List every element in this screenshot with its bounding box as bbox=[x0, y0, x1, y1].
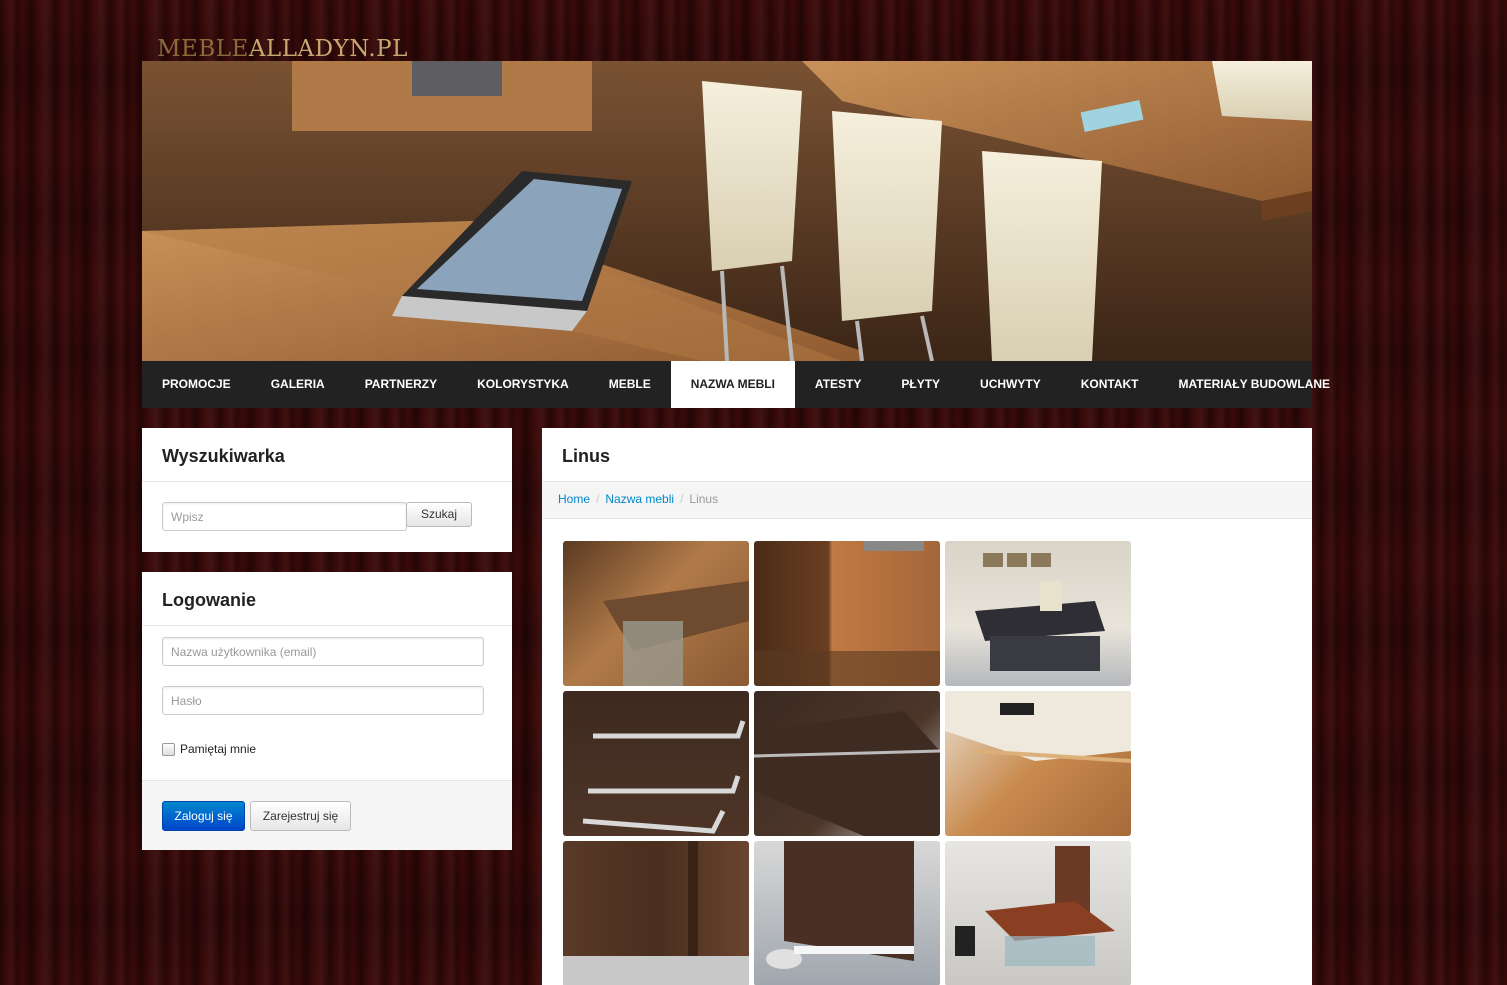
logo-part-a: MEBLE bbox=[157, 36, 249, 62]
username-input[interactable] bbox=[162, 637, 484, 666]
page-title: Linus bbox=[542, 428, 1312, 482]
breadcrumb-nazwa-mebli[interactable]: Nazwa mebli bbox=[605, 492, 674, 506]
login-actions: Zaloguj się Zarejestruj się bbox=[142, 780, 512, 850]
site-logo[interactable]: MEBLEALLADYN.PL bbox=[157, 36, 408, 62]
nav-item-uchwyty[interactable]: UCHWYTY bbox=[960, 361, 1061, 408]
gallery-thumbnail[interactable] bbox=[563, 841, 749, 985]
search-panel: Wyszukiwarka Szukaj bbox=[142, 428, 512, 552]
breadcrumb-separator: / bbox=[596, 492, 600, 506]
gallery-thumbnail[interactable] bbox=[945, 691, 1131, 836]
breadcrumb-home[interactable]: Home bbox=[558, 492, 590, 506]
nav-item-partnerzy[interactable]: PARTNERZY bbox=[345, 361, 457, 408]
search-button[interactable]: Szukaj bbox=[406, 502, 472, 527]
login-panel: Logowanie Pamiętaj mnie Zaloguj się Zare… bbox=[142, 572, 512, 850]
nav-item-plyty[interactable]: PŁYTY bbox=[881, 361, 960, 408]
login-button[interactable]: Zaloguj się bbox=[162, 801, 245, 831]
search-input[interactable] bbox=[162, 502, 407, 531]
login-panel-title: Logowanie bbox=[142, 572, 512, 626]
password-input[interactable] bbox=[162, 686, 484, 715]
breadcrumb-separator: / bbox=[680, 492, 684, 506]
breadcrumb-current: Linus bbox=[689, 492, 719, 506]
main-navigation: PROMOCJE GALERIA PARTNERZY KOLORYSTYKA M… bbox=[142, 361, 1330, 408]
content-panel: Linus Home / Nazwa mebli / Linus bbox=[542, 428, 1312, 985]
breadcrumb: Home / Nazwa mebli / Linus bbox=[542, 482, 1312, 519]
nav-item-galeria[interactable]: GALERIA bbox=[251, 361, 345, 408]
search-panel-title: Wyszukiwarka bbox=[142, 428, 512, 482]
logo-part-b: ALLADYN.PL bbox=[248, 36, 408, 62]
nav-item-nazwa-mebli[interactable]: NAZWA MEBLI bbox=[670, 361, 795, 408]
nav-item-materialy-budowlane[interactable]: MATERIAŁY BUDOWLANE bbox=[1159, 361, 1351, 408]
nav-item-kolorystyka[interactable]: KOLORYSTYKA bbox=[457, 361, 589, 408]
remember-me-label: Pamiętaj mnie bbox=[180, 742, 257, 756]
register-button[interactable]: Zarejestruj się bbox=[250, 801, 351, 831]
gallery-thumbnail[interactable] bbox=[754, 841, 940, 985]
remember-me-checkbox[interactable] bbox=[162, 742, 175, 756]
gallery-thumbnail[interactable] bbox=[945, 841, 1131, 985]
gallery-thumbnail[interactable] bbox=[754, 691, 940, 836]
gallery-thumbnail[interactable] bbox=[754, 541, 940, 686]
gallery-thumbnail[interactable] bbox=[563, 541, 749, 686]
remember-me-row: Pamiętaj mnie bbox=[162, 742, 256, 756]
gallery-thumbnail[interactable] bbox=[563, 691, 749, 836]
header-banner-image bbox=[142, 61, 1312, 361]
nav-item-atesty[interactable]: ATESTY bbox=[795, 361, 881, 408]
nav-item-promocje[interactable]: PROMOCJE bbox=[142, 361, 251, 408]
nav-item-kontakt[interactable]: KONTAKT bbox=[1061, 361, 1159, 408]
gallery-thumbnail[interactable] bbox=[945, 541, 1131, 686]
nav-item-meble[interactable]: MEBLE bbox=[589, 361, 671, 408]
